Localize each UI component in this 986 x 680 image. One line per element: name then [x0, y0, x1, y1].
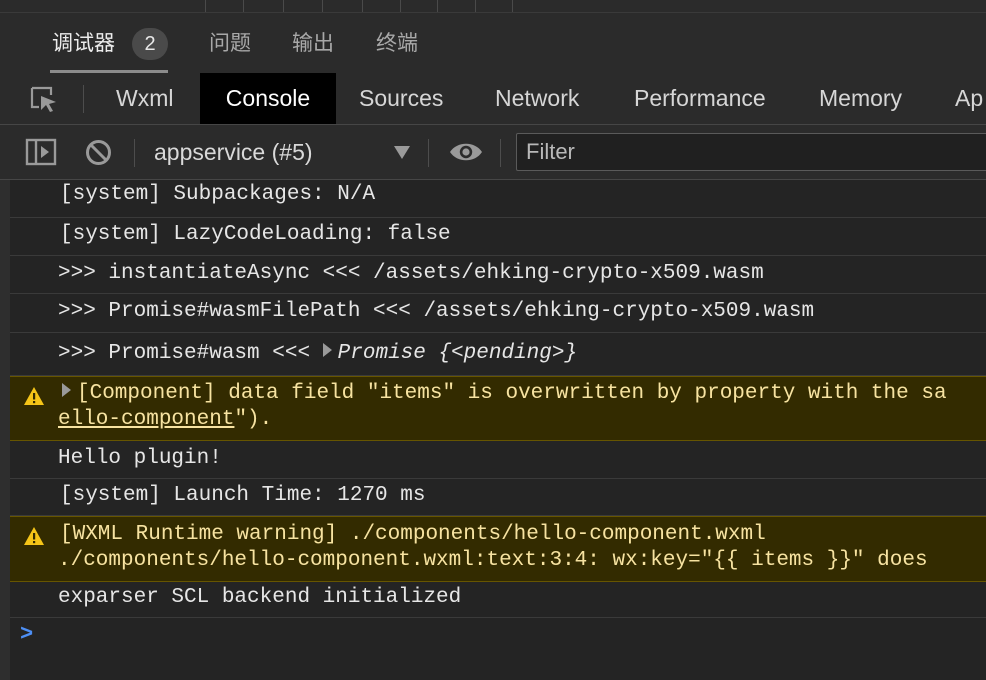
filter-field[interactable]: [516, 133, 986, 171]
toggle-sidebar-icon[interactable]: [25, 138, 57, 166]
tab-terminal[interactable]: 终端: [376, 13, 418, 73]
devtools-tab-bar: Wxml Console Sources Network Performance…: [0, 73, 986, 125]
message-text: >>> Promise#wasm <<< Promise {<pending>}: [58, 342, 577, 365]
filter-input[interactable]: [517, 134, 986, 170]
panel-tab-bar: 调试器 2 问题 输出 终端: [0, 13, 986, 74]
expand-triangle-icon[interactable]: [322, 343, 332, 358]
console-message: >>> Promise#wasm <<< Promise {<pending>}: [10, 333, 986, 376]
console-message: [system] Subpackages: N/A: [10, 180, 986, 218]
console-message: >>> Promise#wasmFilePath <<< /assets/ehk…: [10, 294, 986, 333]
console-message: >>> instantiateAsync <<< /assets/ehking-…: [10, 256, 986, 294]
message-text: [system] LazyCodeLoading: false: [60, 223, 451, 246]
context-selector[interactable]: appservice (#5): [154, 125, 313, 179]
message-text: [system] Launch Time: 1270 ms: [60, 484, 426, 507]
console-gutter: [0, 180, 10, 680]
message-text: [system] Subpackages: N/A: [60, 183, 376, 206]
tab-memory[interactable]: Memory: [819, 73, 902, 124]
separator: [500, 139, 501, 167]
expand-triangle-icon[interactable]: [62, 383, 71, 398]
warning-text: [Component] data field "items" is overwr…: [77, 382, 947, 405]
console-message: [system] Launch Time: 1270 ms: [10, 479, 986, 516]
tab-debugger[interactable]: 调试器: [52, 13, 115, 73]
tab-network[interactable]: Network: [495, 73, 579, 124]
console-prompt-chevron-icon[interactable]: >: [20, 622, 33, 647]
tab-performance[interactable]: Performance: [634, 73, 766, 124]
console-output: [system] Subpackages: N/A [system] LazyC…: [10, 180, 986, 680]
eye-icon[interactable]: [449, 141, 483, 163]
message-text: Hello plugin!: [58, 447, 222, 470]
separator: [134, 139, 135, 167]
console-toolbar: appservice (#5): [0, 125, 986, 180]
tab-problems[interactable]: 问题: [209, 13, 251, 73]
message-text: [Component] data field "items" is overwr…: [62, 382, 947, 405]
warning-icon: [24, 387, 44, 405]
console-message: Hello plugin!: [10, 441, 986, 479]
debugger-count-badge: 2: [132, 28, 168, 60]
tab-wxml[interactable]: Wxml: [116, 73, 173, 124]
message-text-continued: ello-component").: [58, 408, 272, 431]
warning-text-end: ").: [234, 408, 273, 431]
message-text: exparser SCL backend initialized: [58, 586, 462, 609]
clear-console-icon[interactable]: [85, 139, 112, 166]
warning-message: [Component] data field "items" is overwr…: [10, 376, 986, 441]
promise-object[interactable]: Promise {<pending>}: [338, 342, 577, 365]
source-link[interactable]: ello-component: [58, 408, 234, 431]
message-text-continued: ./components/hello-component.wxml:text:3…: [58, 549, 928, 572]
chevron-down-icon[interactable]: [394, 146, 410, 159]
tab-application[interactable]: Ap: [955, 73, 983, 124]
console-message: exparser SCL backend initialized: [10, 582, 986, 618]
message-text: >>> instantiateAsync <<< /assets/ehking-…: [58, 262, 764, 285]
tab-sources[interactable]: Sources: [359, 73, 443, 124]
message-text: >>> Promise#wasmFilePath <<< /assets/ehk…: [58, 300, 815, 323]
console-message: [system] LazyCodeLoading: false: [10, 218, 986, 256]
separator: [83, 85, 84, 113]
inspect-element-icon[interactable]: [29, 85, 59, 115]
warning-icon: [24, 527, 44, 545]
top-strip: [0, 0, 986, 13]
message-prefix: >>> Promise#wasm <<<: [58, 342, 323, 365]
tab-console[interactable]: Console: [200, 73, 336, 124]
warning-message: [WXML Runtime warning] ./components/hell…: [10, 516, 986, 582]
separator: [428, 139, 429, 167]
tab-output[interactable]: 输出: [292, 13, 334, 73]
message-text: [WXML Runtime warning] ./components/hell…: [60, 523, 766, 546]
